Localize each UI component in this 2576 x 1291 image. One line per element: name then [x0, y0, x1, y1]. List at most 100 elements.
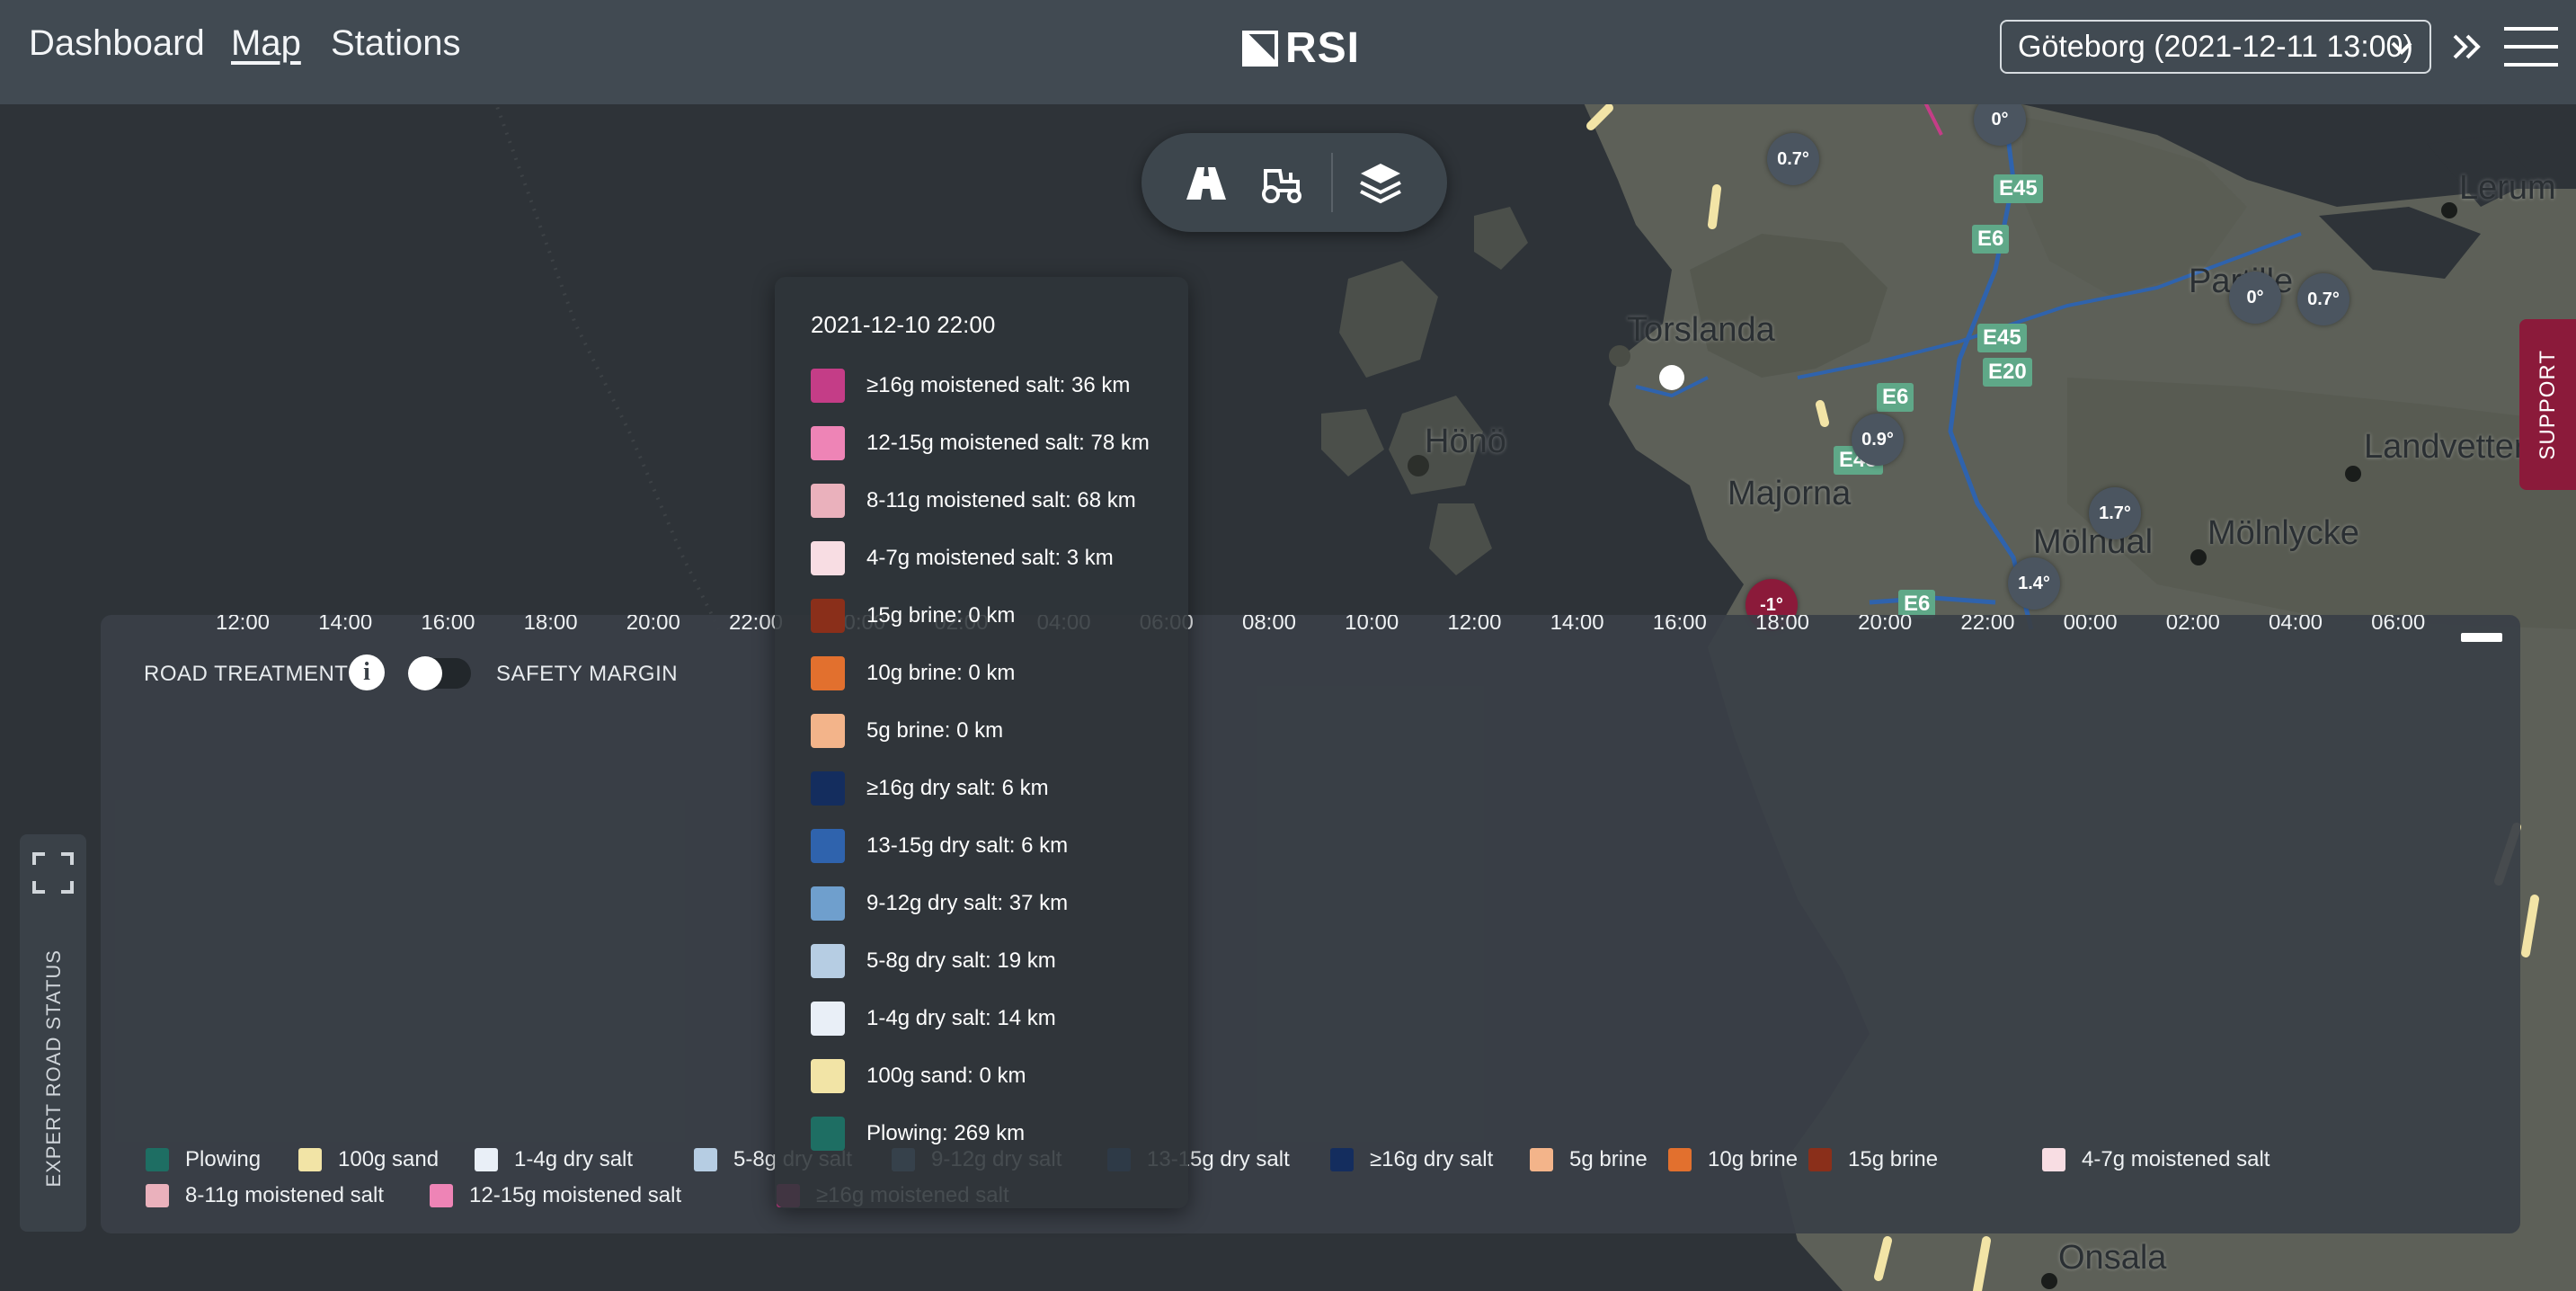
road-badge: E45 — [1977, 324, 2027, 352]
legend-item[interactable]: 100g sand — [298, 1147, 439, 1172]
legend-swatch — [694, 1148, 717, 1171]
legend-item[interactable]: 15g brine — [1808, 1147, 1938, 1172]
x-tick-label: 02:00 — [2166, 615, 2220, 635]
tooltip-row: 8-11g moistened salt: 68 km — [811, 484, 1136, 518]
x-tick-label: 14:00 — [1550, 615, 1604, 635]
support-tab[interactable]: SUPPORT — [2519, 319, 2576, 490]
location-select[interactable]: Göteborg (2021-12-11 13:00) — [2000, 20, 2431, 74]
legend-label: 1-4g dry salt — [514, 1147, 634, 1171]
x-tick-label: 12:00 — [216, 615, 270, 635]
x-tick-label: 20:00 — [1858, 615, 1912, 635]
legend-swatch — [475, 1148, 498, 1171]
tooltip-row-label: 1-4g dry salt: 14 km — [866, 1006, 1056, 1030]
fullscreen-icon[interactable] — [32, 852, 74, 894]
legend-swatch — [146, 1148, 169, 1171]
legend-item[interactable]: Plowing — [146, 1147, 261, 1172]
legend-swatch — [430, 1184, 453, 1207]
temperature-badge[interactable]: 1.4° — [2008, 557, 2060, 610]
layers-button[interactable] — [1355, 158, 1406, 209]
tooltip-swatch — [811, 944, 845, 978]
tooltip-row: 5g brine: 0 km — [811, 714, 1003, 748]
temperature-badge[interactable]: 0.7° — [2297, 273, 2349, 325]
tooltip-row-label: 12-15g moistened salt: 78 km — [866, 431, 1150, 455]
legend-label: Plowing — [185, 1147, 262, 1171]
tooltip-row-label: 13-15g dry salt: 6 km — [866, 833, 1069, 858]
tooltip-swatch — [811, 1059, 845, 1093]
legend-swatch — [1530, 1148, 1553, 1171]
road-icon — [1186, 167, 1226, 200]
legend-item[interactable]: 1-4g dry salt — [475, 1147, 633, 1172]
legend-label: 10g brine — [1708, 1147, 1799, 1171]
tooltip-row-label: 8-11g moistened salt: 68 km — [866, 488, 1136, 512]
tooltip-row: 1-4g dry salt: 14 km — [811, 1002, 1056, 1036]
nav-map[interactable]: Map — [231, 23, 301, 64]
tooltip-swatch — [811, 656, 845, 690]
tooltip-row: ≥16g dry salt: 6 km — [811, 771, 1049, 806]
tooltip-swatch — [811, 886, 845, 921]
road-treatment-panel: ROAD TREATMENT i SAFETY MARGIN 100%52%26… — [101, 615, 2520, 1233]
legend-swatch — [298, 1148, 322, 1171]
tooltip-row: 10g brine: 0 km — [811, 656, 1015, 690]
legend-item[interactable]: 8-11g moistened salt — [146, 1183, 384, 1208]
temperature-badge[interactable]: 0.7° — [1767, 133, 1819, 185]
x-tick-label: 22:00 — [1960, 615, 2014, 635]
tooltip-swatch — [811, 541, 845, 575]
legend-label: 15g brine — [1848, 1147, 1939, 1171]
tooltip-row-label: 4-7g moistened salt: 3 km — [866, 546, 1114, 570]
nav-stations[interactable]: Stations — [331, 23, 461, 64]
tooltip-row-label: 5-8g dry salt: 19 km — [866, 948, 1056, 973]
tooltip-swatch — [811, 714, 845, 748]
tooltip-row: Plowing: 269 km — [811, 1117, 1025, 1151]
double-chevron-right-icon[interactable] — [2449, 29, 2485, 65]
legend-label: 8-11g moistened salt — [185, 1183, 385, 1207]
tooltip-row-label: 5g brine: 0 km — [866, 718, 1004, 743]
location-marker[interactable] — [1659, 365, 1684, 390]
legend-item[interactable]: ≥16g dry salt — [1330, 1147, 1493, 1172]
tooltip-swatch — [811, 599, 845, 633]
tooltip-swatch — [811, 1002, 845, 1036]
legend-item[interactable]: 12-15g moistened salt — [430, 1183, 681, 1208]
hamburger-menu-icon[interactable] — [2504, 25, 2558, 68]
map-place-label: Landvetter — [2364, 428, 2526, 466]
legend-label: ≥16g dry salt — [1370, 1147, 1494, 1171]
x-tick-label: 14:00 — [318, 615, 372, 635]
tooltip-row: 5-8g dry salt: 19 km — [811, 944, 1056, 978]
temperature-badge[interactable]: 1.7° — [2089, 487, 2141, 539]
x-tick-label: 06:00 — [2371, 615, 2425, 635]
legend-item[interactable]: 4-7g moistened salt — [2042, 1147, 2270, 1172]
logo-mark-icon — [1242, 30, 1278, 67]
road-view-button[interactable] — [1181, 158, 1231, 209]
tooltip-swatch — [811, 484, 845, 518]
legend-swatch — [146, 1184, 169, 1207]
tooltip-row-label: 9-12g dry salt: 37 km — [866, 891, 1069, 915]
chart-tooltip: 2021-12-10 22:00 ≥16g moistened salt: 36… — [775, 277, 1188, 1208]
legend-item[interactable]: 10g brine — [1668, 1147, 1798, 1172]
expert-road-status-panel[interactable]: EXPERT ROAD STATUS — [20, 834, 86, 1232]
map-place-label: Mölnlycke — [2207, 514, 2359, 552]
tooltip-row-label: 100g sand: 0 km — [866, 1064, 1026, 1088]
tooltip-row: ≥16g moistened salt: 36 km — [811, 369, 1130, 403]
tooltip-row-label: 15g brine: 0 km — [866, 603, 1016, 628]
map-place-label: Onsala — [2058, 1239, 2167, 1277]
nav-dashboard[interactable]: Dashboard — [29, 23, 205, 64]
road-badge: E20 — [1983, 358, 2032, 387]
support-label: SUPPORT — [2535, 349, 2560, 460]
tooltip-row: 15g brine: 0 km — [811, 599, 1015, 633]
temperature-badge[interactable]: 0° — [2229, 272, 2281, 324]
legend-item[interactable]: 5g brine — [1530, 1147, 1648, 1172]
map-toolbar — [1141, 133, 1447, 232]
map-place-label: Majorna — [1728, 475, 1852, 512]
tooltip-swatch — [811, 369, 845, 403]
tooltip-row-label: ≥16g dry salt: 6 km — [866, 776, 1049, 800]
road-treatment-chart: 100%52%26%0% 12:0014:0016:0018:0020:0022… — [216, 615, 2425, 635]
legend-swatch — [2042, 1148, 2065, 1171]
toolbar-divider — [1331, 153, 1333, 212]
expert-road-status-label: EXPERT ROAD STATUS — [42, 948, 65, 1188]
tooltip-swatch — [811, 426, 845, 460]
tractor-view-button[interactable] — [1257, 158, 1307, 209]
temperature-badge[interactable]: 0.9° — [1852, 414, 1904, 466]
legend-swatch — [1668, 1148, 1692, 1171]
x-tick-label: 10:00 — [1345, 615, 1399, 635]
legend-label: 12-15g moistened salt — [469, 1183, 682, 1207]
chevron-down-icon — [2391, 41, 2412, 55]
